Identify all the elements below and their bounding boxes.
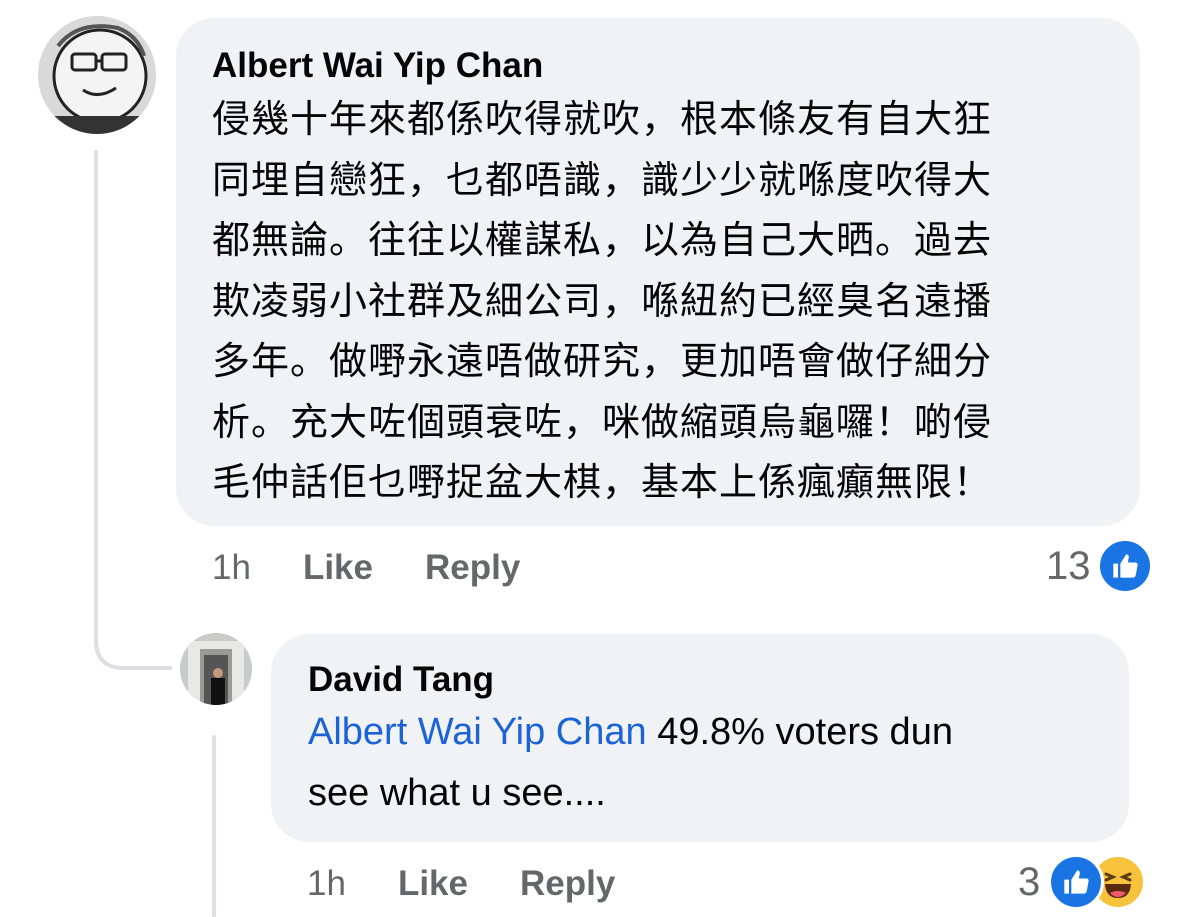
thread-connector-line	[94, 150, 98, 640]
thread-connector-curve	[94, 600, 172, 670]
reaction-summary[interactable]: 13	[1046, 538, 1153, 594]
comment-text-line: 多年。做嘢永遠唔做研究，更加唔會做仔細分	[212, 341, 993, 383]
comment-text-line: Albert Wai Yip Chan 49.8% voters dun	[308, 702, 1093, 763]
reaction-summary[interactable]: 3	[1018, 854, 1147, 910]
comment-text: 侵幾十年來都係吹得就吹，根本條友有自大狂 同埋自戀狂，乜都唔識，識少少就喺度吹得…	[212, 90, 1104, 514]
comment-actions: 1h Like Reply	[212, 546, 572, 590]
like-button[interactable]: Like	[398, 864, 468, 904]
comment-text-line: 欺凌弱小社群及細公司，喺紐約已經臭名遠播	[212, 280, 993, 323]
comment-text-segment: 49.8% voters dun	[646, 711, 953, 753]
comment-text: Albert Wai Yip Chan 49.8% voters dun see…	[308, 702, 1093, 824]
comment-actions: 1h Like Reply	[307, 862, 667, 906]
reply-bubble: David Tang Albert Wai Yip Chan 49.8% vot…	[271, 634, 1129, 842]
comment-text-line: 毛仲話佢乜嘢捉盆大棋，基本上係瘋癲無限！	[212, 462, 993, 504]
comment-text-line: 都無論。往往以權謀私，以為自己大晒。過去	[212, 220, 993, 262]
comment-text-line: 同埋自戀狂，乜都唔識，識少少就喺度吹得大	[212, 159, 993, 202]
like-icon	[1096, 538, 1153, 594]
like-icon	[1048, 854, 1105, 910]
reply-button[interactable]: Reply	[520, 864, 615, 904]
comment-author-name[interactable]: David Tang	[308, 660, 1093, 700]
reply-button[interactable]: Reply	[425, 548, 520, 588]
comment-text-line: 析。充大咗個頭衰咗，咪做縮頭烏龜囉！啲侵	[212, 401, 993, 444]
reaction-count: 3	[1018, 859, 1041, 904]
comment-timestamp[interactable]: 1h	[307, 864, 346, 904]
comment-bubble: Albert Wai Yip Chan 侵幾十年來都係吹得就吹，根本條友有自大狂…	[176, 18, 1140, 526]
comment-author-name[interactable]: Albert Wai Yip Chan	[212, 46, 1104, 86]
comment-timestamp[interactable]: 1h	[212, 548, 251, 588]
like-button[interactable]: Like	[303, 548, 373, 588]
comment-text-line: 侵幾十年來都係吹得就吹，根本條友有自大狂	[212, 99, 993, 141]
building-photo-avatar-icon	[180, 633, 252, 705]
reply-thread-line	[212, 735, 216, 917]
reaction-count: 13	[1046, 543, 1091, 588]
avatar[interactable]	[180, 633, 252, 705]
mention-link[interactable]: Albert Wai Yip Chan	[308, 711, 647, 753]
cartoon-face-avatar-icon	[38, 16, 156, 134]
avatar[interactable]	[38, 16, 156, 134]
comment-text-line: see what u see....	[308, 772, 606, 814]
